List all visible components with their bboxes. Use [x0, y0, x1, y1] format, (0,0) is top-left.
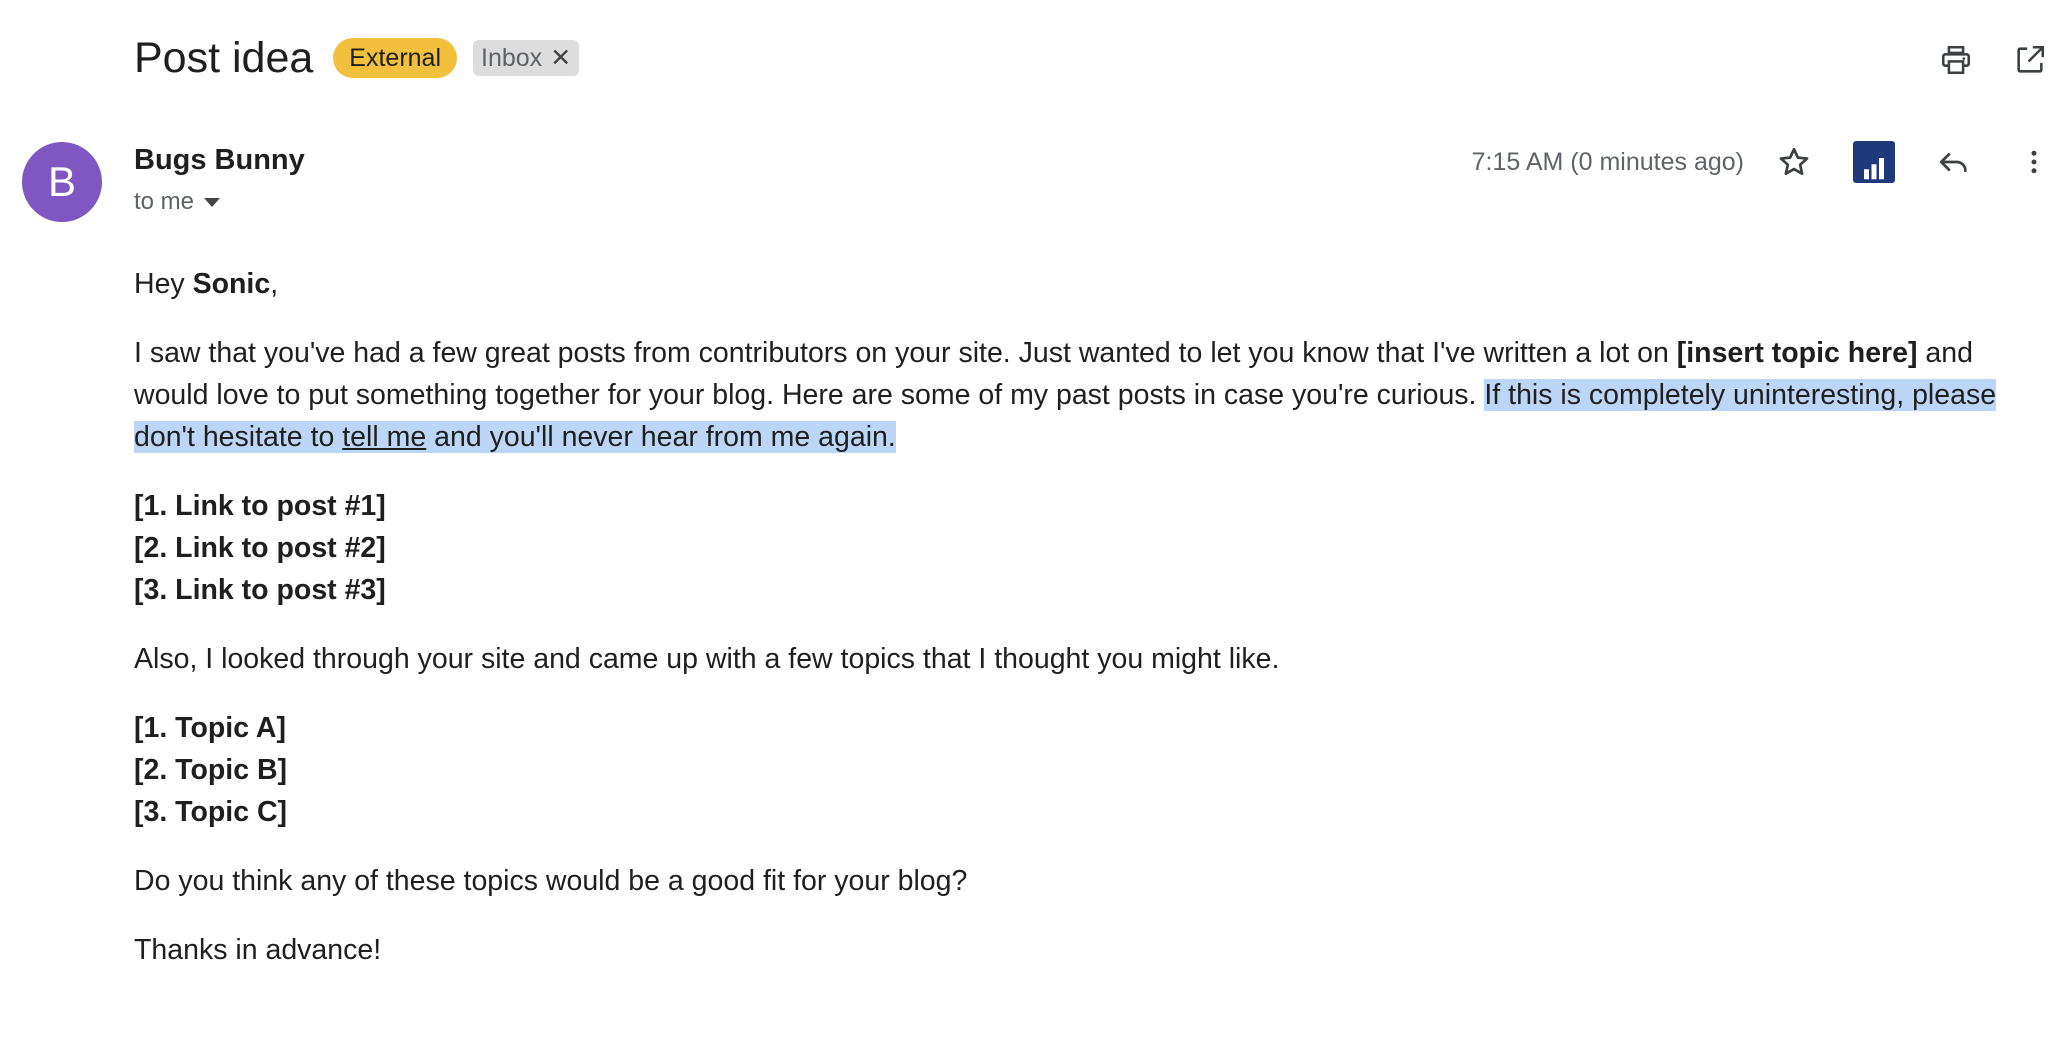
avatar-initial: B: [47, 158, 76, 205]
star-icon: [1779, 147, 1809, 176]
topics-list: [1. Topic A] [2. Topic B] [3. Topic C]: [134, 707, 2044, 833]
message-actions: 7:15 AM (0 minutes ago): [1472, 140, 2056, 184]
reply-icon: [1939, 152, 1967, 172]
star-button[interactable]: [1772, 140, 1816, 184]
post-link-item: [2. Link to post #2]: [134, 532, 386, 564]
thread-actions: [1934, 38, 2052, 82]
analytics-extension-icon: [1853, 141, 1895, 183]
external-label-badge: External: [333, 38, 458, 78]
message-body: Hey Sonic, I saw that you've had a few g…: [134, 263, 2044, 998]
print-button[interactable]: [1934, 38, 1978, 82]
greeting-punctuation: ,: [270, 268, 279, 300]
intro-paragraph: I saw that you've had a few great posts …: [134, 332, 2044, 458]
post-links-list: [1. Link to post #1] [2. Link to post #2…: [134, 485, 2044, 611]
recipient-label: to me: [134, 188, 195, 215]
print-icon: [1941, 45, 1971, 75]
email-subject: Post idea: [134, 33, 314, 82]
closing-line: Thanks in advance!: [134, 934, 382, 966]
more-options-button[interactable]: [2012, 140, 2056, 184]
greeting-recipient-name: Sonic: [192, 268, 271, 300]
more-vert-icon: [2031, 150, 2037, 174]
greeting-text: Hey: [134, 268, 193, 300]
recipient-details-toggle[interactable]: to me: [134, 188, 221, 216]
reply-button[interactable]: [1932, 140, 1976, 184]
message-timestamp: 7:15 AM (0 minutes ago): [1471, 147, 1744, 176]
open-in-new-window-icon: [2017, 45, 2045, 73]
sender-avatar[interactable]: B: [22, 142, 102, 222]
remove-label-icon[interactable]: ✕: [550, 43, 571, 73]
topic-item: [3. Topic C]: [134, 796, 288, 828]
intro-text: I saw that you've had a few great posts …: [134, 337, 1677, 369]
analytics-extension-button[interactable]: [1852, 140, 1896, 184]
topic-placeholder: [insert topic here]: [1676, 337, 1918, 369]
topic-item: [1. Topic A]: [134, 712, 286, 744]
greeting: Hey Sonic,: [134, 263, 2044, 305]
tell-me-link[interactable]: tell me: [342, 421, 426, 453]
post-link-item: [3. Link to post #3]: [134, 574, 386, 606]
highlighted-text-end: and you'll never hear from me again.: [426, 421, 896, 453]
subject-row: Post idea External Inbox ✕: [134, 28, 580, 88]
inbox-label-chip[interactable]: Inbox ✕: [473, 40, 580, 76]
chevron-down-icon: [204, 197, 221, 207]
question-paragraph: Do you think any of these topics would b…: [134, 865, 968, 897]
open-in-new-window-button[interactable]: [2008, 38, 2052, 82]
topics-intro: Also, I looked through your site and cam…: [134, 643, 1280, 675]
sender-name[interactable]: Bugs Bunny: [134, 144, 305, 177]
email-view: Post idea External Inbox ✕ B Bugs Bunny: [0, 0, 2070, 1050]
topic-item: [2. Topic B]: [134, 754, 288, 786]
inbox-label-text: Inbox: [481, 43, 543, 72]
post-link-item: [1. Link to post #1]: [134, 490, 386, 522]
